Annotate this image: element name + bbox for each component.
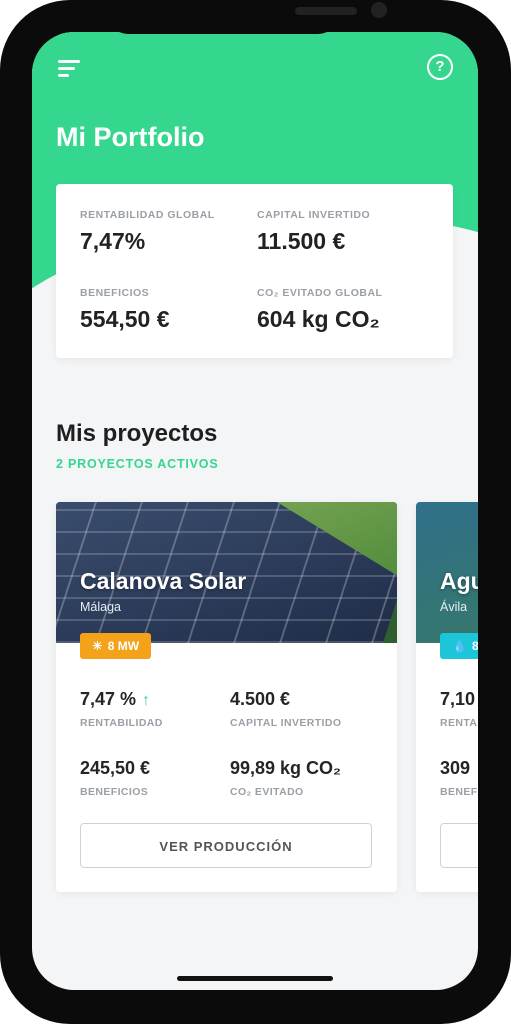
stat-co2-evitado-global: CO₂ EVITADO GLOBAL 604 kg CO₂: [257, 287, 382, 333]
stat-label: CAPITAL INVERTIDO: [257, 209, 371, 221]
project-beneficios: 309: [440, 758, 471, 778]
arrow-up-icon: ↑: [142, 692, 151, 709]
stat-value: 554,50 €: [80, 306, 170, 332]
project-rentabilidad: 7,47 % ↑: [80, 689, 150, 710]
projects-count: 2 PROYECTOS ACTIVOS: [56, 457, 219, 471]
rentabilidad-label: RENTABILIDAD: [80, 717, 163, 729]
badge-label: 8: [471, 639, 478, 653]
rentabilidad-value: 7,47 %: [80, 689, 137, 709]
project-location: Málaga: [80, 600, 121, 614]
stat-label: BENEFICIOS: [80, 287, 150, 299]
co2-label: CO₂ EVITADO: [230, 786, 304, 798]
stat-rentabilidad-global: RENTABILIDAD GLOBAL 7,47%: [80, 209, 215, 255]
capacity-badge: 💧 8: [440, 633, 478, 659]
project-beneficios: 245,50 €: [80, 758, 151, 778]
stat-capital-invertido: CAPITAL INVERTIDO 11.500 €: [257, 209, 370, 255]
page-title: Mi Portfolio: [56, 122, 205, 152]
camera: [371, 2, 387, 18]
project-name: Agu: [440, 568, 478, 594]
ver-produccion-button[interactable]: VER PRODUCCIÓN: [80, 823, 372, 868]
speaker: [295, 7, 357, 15]
capital-label: CAPITAL INVERTIDO: [230, 717, 342, 729]
project-co2: 99,89 kg CO₂: [230, 758, 342, 778]
projects-title: Mis proyectos: [56, 420, 218, 447]
beneficios-label: BENEF: [440, 786, 478, 798]
badge-label: 8 MW: [107, 639, 140, 653]
stat-label: RENTABILIDAD GLOBAL: [80, 209, 215, 221]
sun-icon: ☀: [92, 639, 103, 653]
beneficios-label: BENEFICIOS: [80, 786, 149, 798]
rentabilidad-label: RENTA: [440, 717, 478, 729]
menu-icon[interactable]: [58, 58, 82, 78]
project-location: Ávila: [440, 600, 468, 614]
project-name: Calanova Solar: [80, 568, 247, 594]
portfolio-summary-card: RENTABILIDAD GLOBAL 7,47% CAPITAL INVERT…: [56, 184, 453, 358]
project-image: Calanova Solar Málaga: [56, 502, 397, 643]
app-screen: ? Mi Portfolio RENTABILIDAD GLOBAL 7,47%…: [32, 32, 478, 990]
project-card[interactable]: Agu Ávila 💧 8 7,10 RENTA 309 BENEF: [416, 502, 478, 892]
capacity-badge: ☀ 8 MW: [80, 633, 152, 659]
stat-value: 604 kg CO₂: [257, 306, 380, 332]
drop-icon: 💧: [452, 639, 467, 653]
project-rentabilidad: 7,10: [440, 689, 476, 709]
home-indicator[interactable]: [177, 976, 333, 981]
stat-label: CO₂ EVITADO GLOBAL: [257, 287, 383, 299]
help-icon[interactable]: ?: [427, 54, 453, 80]
stat-value: 11.500 €: [257, 228, 346, 254]
phone-frame: ? Mi Portfolio RENTABILIDAD GLOBAL 7,47%…: [0, 0, 511, 1024]
project-image: Agu Ávila: [416, 502, 478, 643]
project-card[interactable]: Calanova Solar Málaga ☀ 8 MW 7,47 % ↑ RENT…: [56, 502, 397, 892]
phone-notch: [103, 0, 387, 34]
ver-produccion-button[interactable]: [440, 823, 478, 868]
project-capital: 4.500 €: [230, 689, 291, 709]
stat-beneficios: BENEFICIOS 554,50 €: [80, 287, 170, 333]
stat-value: 7,47%: [80, 228, 146, 254]
